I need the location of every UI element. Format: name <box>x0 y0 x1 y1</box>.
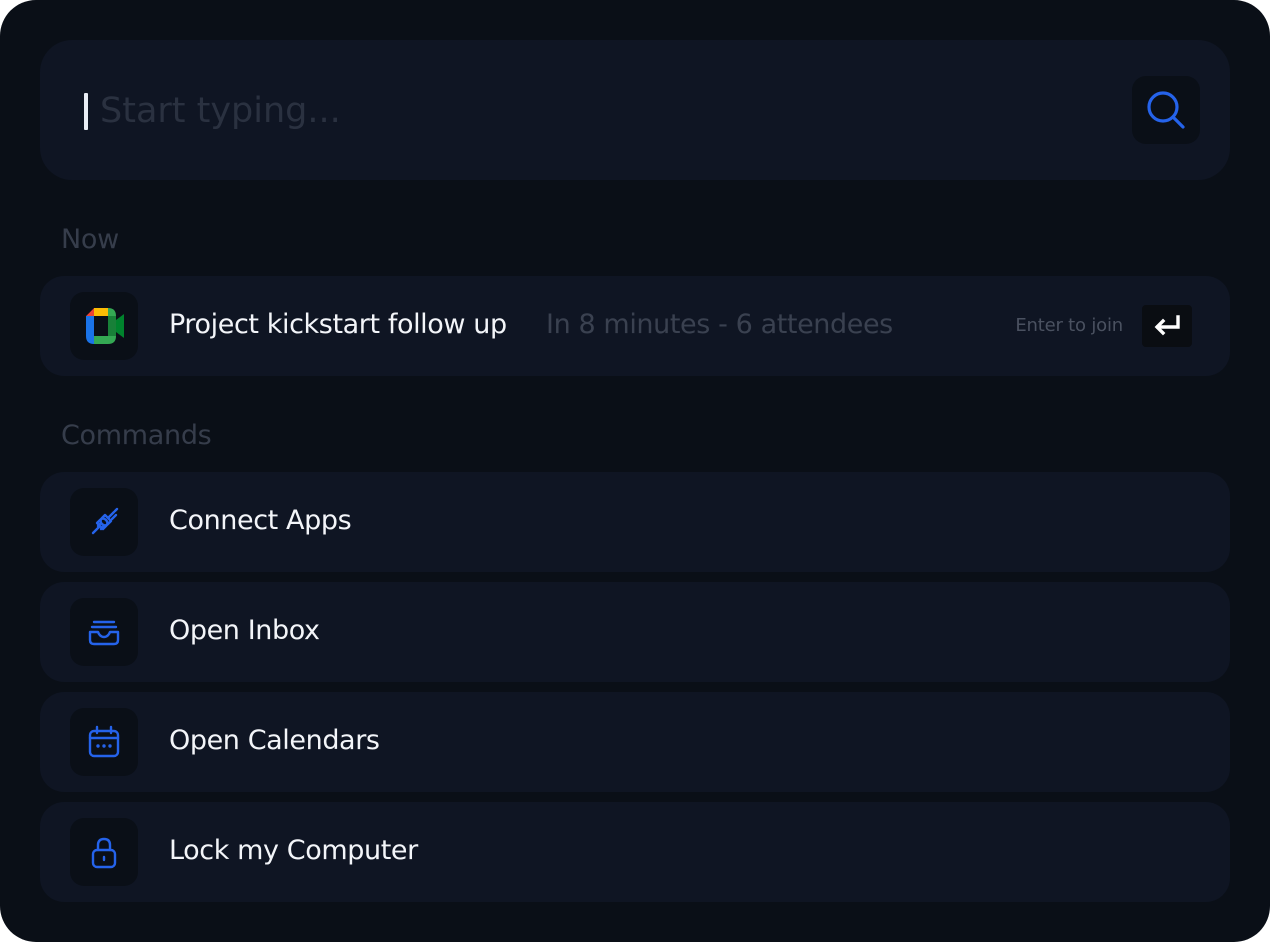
now-meeting-row[interactable]: Project kickstart follow up In 8 minutes… <box>40 276 1230 376</box>
meeting-title: Project kickstart follow up <box>169 309 507 340</box>
command-lock-computer[interactable]: Lock my Computer <box>40 802 1230 902</box>
command-label: Lock my Computer <box>169 835 418 866</box>
section-label-commands: Commands <box>61 420 212 451</box>
calendar-icon <box>70 708 138 776</box>
command-label: Open Inbox <box>169 615 320 646</box>
search-button[interactable] <box>1132 76 1200 144</box>
lock-icon <box>70 818 138 886</box>
command-label: Connect Apps <box>169 505 352 536</box>
search-input[interactable] <box>100 86 1000 136</box>
command-open-calendars[interactable]: Open Calendars <box>40 692 1230 792</box>
command-palette: Now Project kickstart follow up In 8 min… <box>0 0 1270 942</box>
enter-key-button[interactable] <box>1142 305 1192 347</box>
section-label-now: Now <box>61 224 119 255</box>
enter-key-icon <box>1154 315 1180 336</box>
meeting-meta: In 8 minutes - 6 attendees <box>546 309 893 340</box>
command-open-inbox[interactable]: Open Inbox <box>40 582 1230 682</box>
google-meet-icon <box>70 292 138 360</box>
plug-icon <box>70 488 138 556</box>
inbox-icon <box>70 598 138 666</box>
enter-hint: Enter to join <box>1015 315 1123 336</box>
text-caret <box>84 93 88 130</box>
command-label: Open Calendars <box>169 725 380 756</box>
search-icon <box>1147 91 1185 129</box>
command-connect-apps[interactable]: Connect Apps <box>40 472 1230 572</box>
